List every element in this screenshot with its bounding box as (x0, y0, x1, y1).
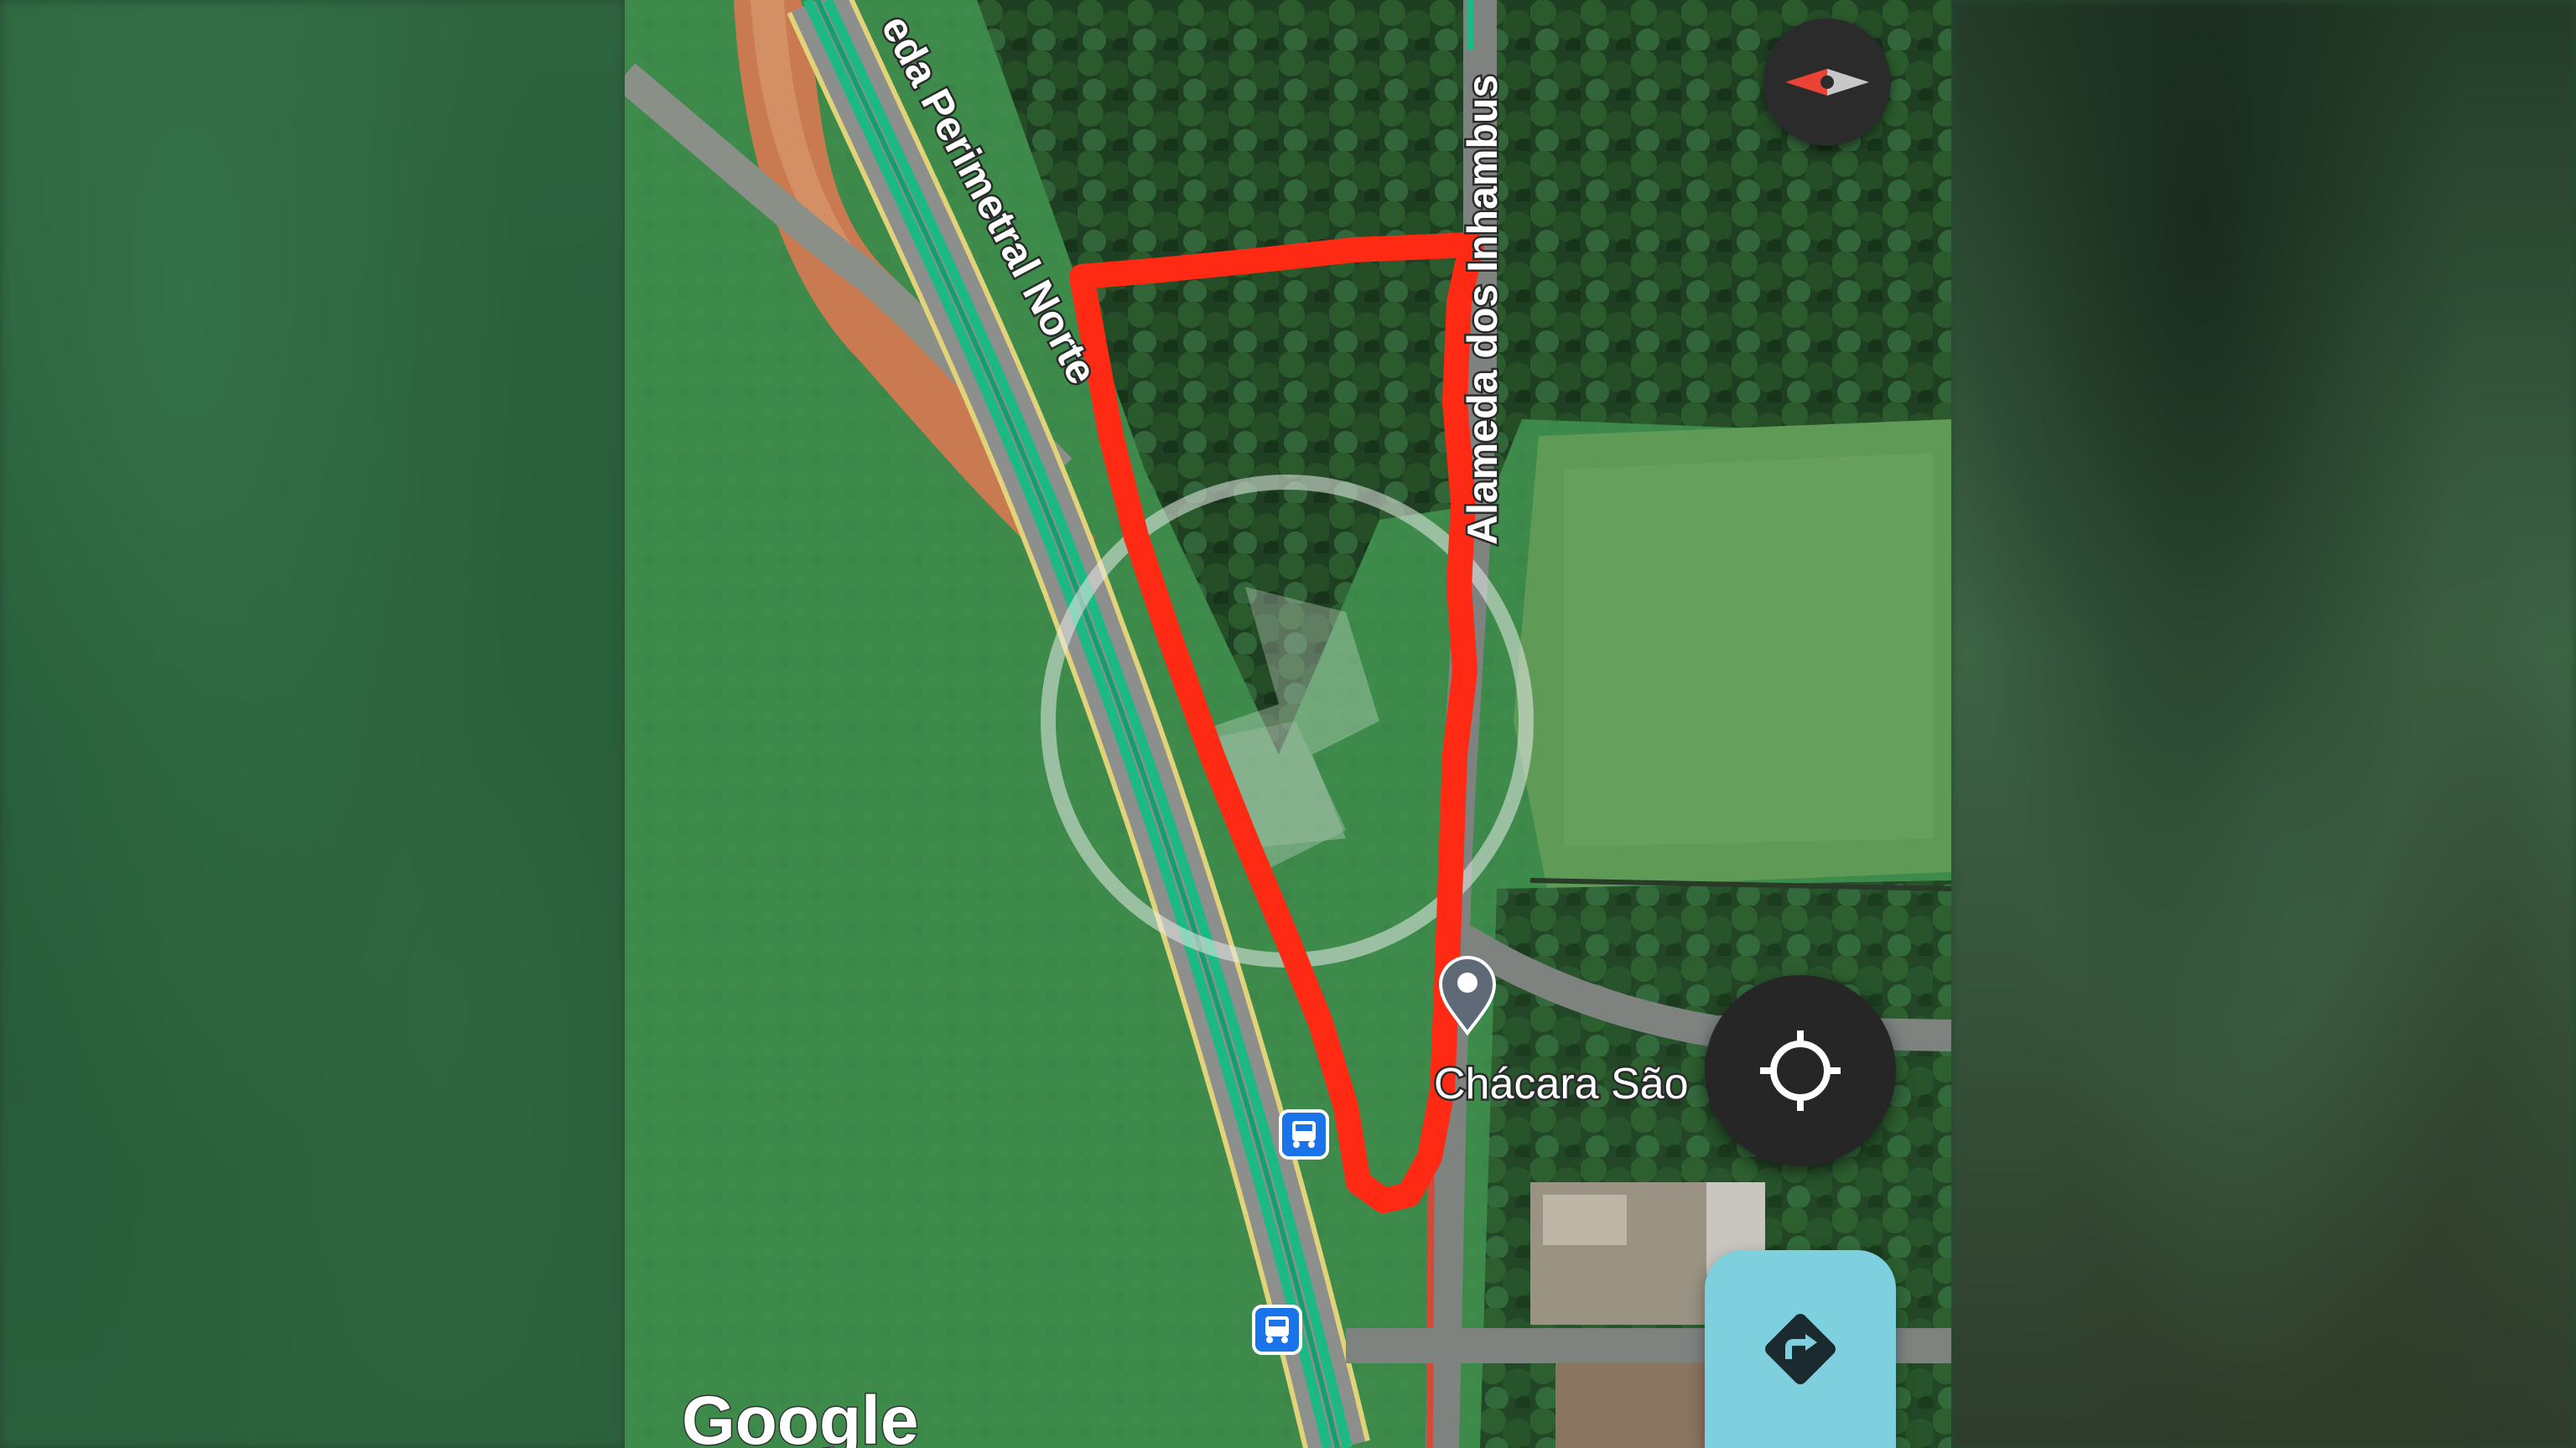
bus-stop-icon[interactable] (1279, 1109, 1329, 1160)
compass-button[interactable] (1763, 18, 1891, 146)
directions-arrow-icon (1765, 1314, 1836, 1384)
google-attribution: Google (682, 1383, 918, 1448)
compass-icon (1785, 69, 1869, 96)
satellite-map[interactable]: eda Perimetral Norte Alameda dos Inhambu… (625, 0, 1951, 1448)
my-location-button[interactable] (1705, 975, 1896, 1166)
building-roof (1543, 1195, 1627, 1245)
crosshair-icon (1760, 1030, 1841, 1111)
bus-stop-icon[interactable] (1252, 1305, 1302, 1355)
place-label-chacara: Chácara São (1434, 1060, 1689, 1108)
blurred-background-left-shade (0, 0, 625, 1448)
blurred-background-right-shade (1951, 0, 2576, 1448)
directions-button[interactable] (1705, 1250, 1896, 1448)
clearing-inner (1564, 453, 1933, 847)
road-label-alameda: Alameda dos Inhambus (1459, 75, 1506, 545)
